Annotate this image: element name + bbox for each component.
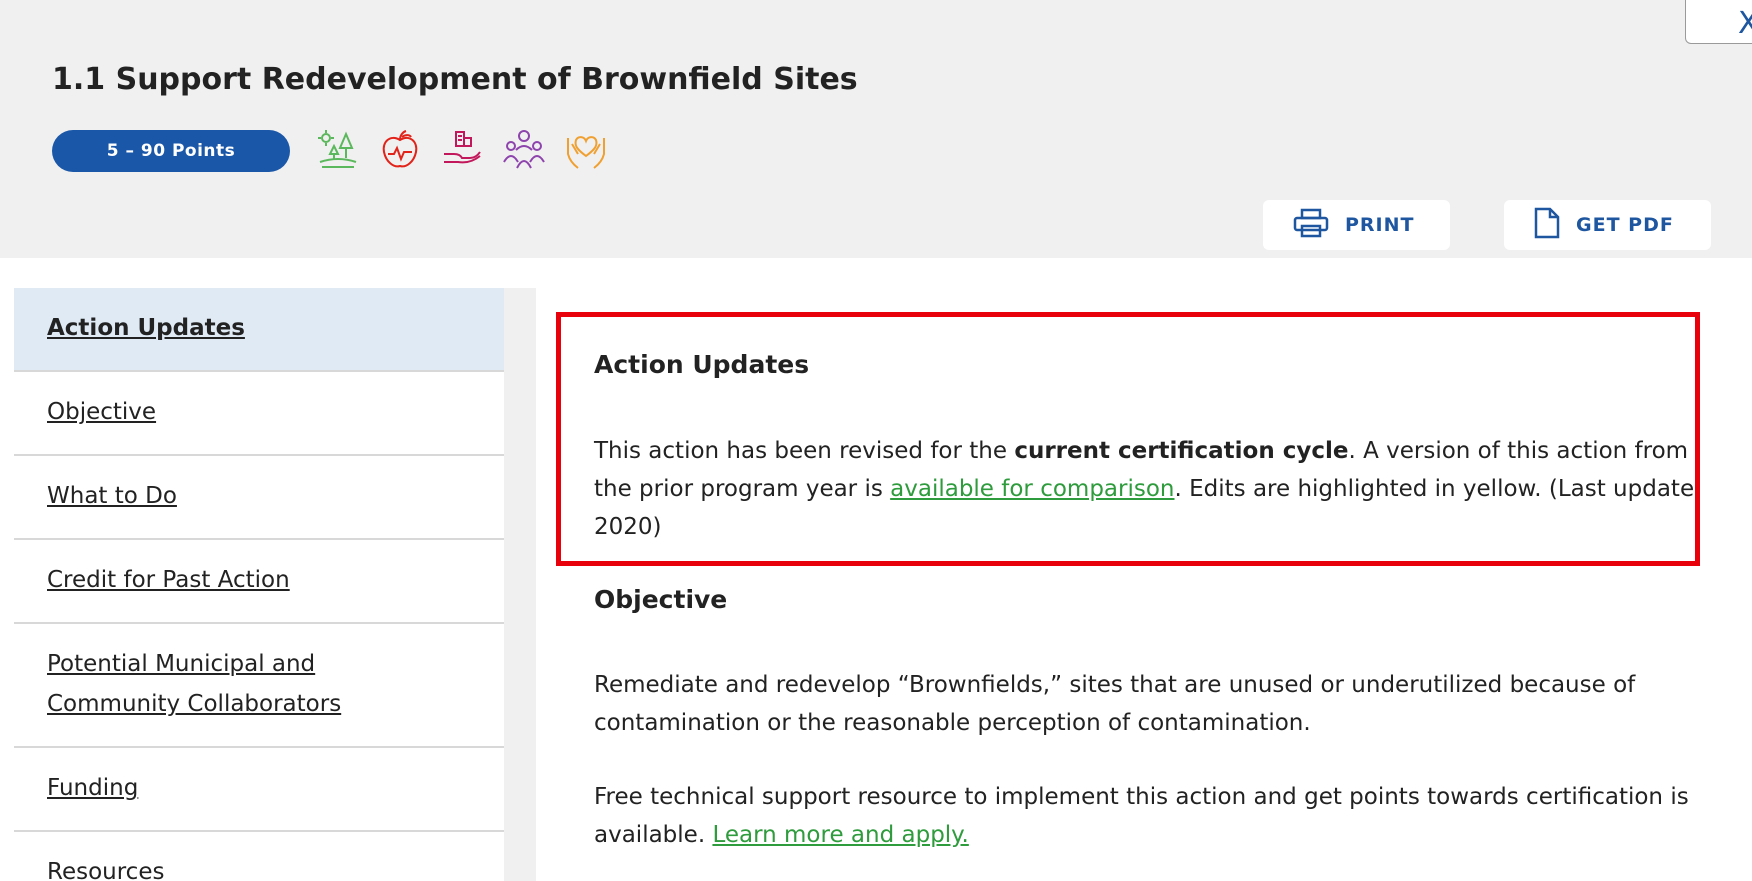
updates-text-part: This action has been revised for the [594,438,1015,464]
current-cycle-bold: current certification cycle [1014,438,1349,464]
points-badge: 5 – 90 Points [52,130,290,172]
nav-item-what-to-do[interactable]: What to Do [14,456,504,540]
objective-heading: Objective [594,585,728,614]
people-group-icon [502,128,546,172]
printer-icon [1293,208,1329,243]
action-header: X 1.1 Support Redevelopment of Brownfiel… [0,0,1752,258]
section-nav: Action Updates Objective What to Do Cred… [14,288,504,881]
print-button[interactable]: PRINT [1263,200,1450,250]
comparison-link[interactable]: available for comparison [890,476,1174,502]
landscape-tree-icon [316,128,360,172]
document-icon [1534,207,1560,244]
nav-item-action-updates[interactable]: Action Updates [14,288,504,372]
close-icon: X [1738,6,1752,41]
nav-link-label[interactable]: Potential Municipal and [47,644,315,684]
nav-link-label[interactable]: Credit for Past Action [47,560,290,600]
nav-item-objective[interactable]: Objective [14,372,504,456]
nav-link-label[interactable]: Resources [47,852,164,881]
nav-item-resources[interactable]: Resources [14,832,504,881]
print-label: PRINT [1345,214,1415,236]
nav-link-label[interactable]: What to Do [47,476,177,516]
close-button[interactable]: X [1685,0,1752,44]
nav-item-credit-for-past-action[interactable]: Credit for Past Action [14,540,504,624]
page-title: 1.1 Support Redevelopment of Brownfield … [52,62,858,97]
objective-paragraph: Remediate and redevelop “Brownfields,” s… [594,672,1636,736]
support-paragraph: Free technical support resource to imple… [594,778,1714,854]
nav-link-label[interactable]: Community Collaborators [47,684,341,724]
nav-link-label[interactable]: Funding [47,768,138,808]
health-apple-icon [378,128,422,172]
pdf-label: GET PDF [1576,214,1674,236]
learn-more-link[interactable]: Learn more and apply. [712,822,968,848]
nav-item-funding[interactable]: Funding [14,748,504,832]
hand-buildings-icon [440,128,484,172]
category-icons [316,122,608,178]
nav-link-label[interactable]: Action Updates [47,308,245,348]
hands-heart-icon [564,128,608,172]
action-updates-text: This action has been revised for the cur… [594,432,1714,546]
nav-link-label[interactable]: Objective [47,392,156,432]
action-updates-heading: Action Updates [594,350,810,379]
get-pdf-button[interactable]: GET PDF [1504,200,1711,250]
nav-item-collaborators[interactable]: Potential Municipal and Community Collab… [14,624,504,748]
column-divider [504,288,536,881]
